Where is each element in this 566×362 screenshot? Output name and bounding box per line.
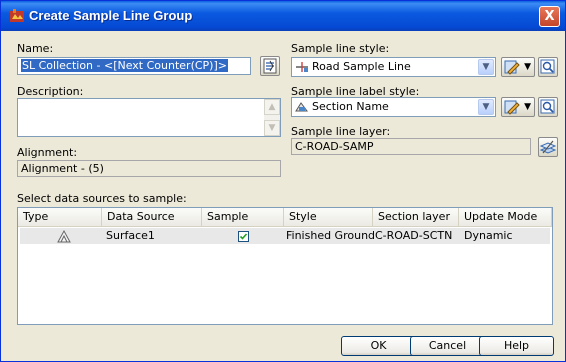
data-sources-label: Select data sources to sample: bbox=[17, 192, 187, 205]
sample-line-style-icon bbox=[296, 62, 308, 72]
column-header-update-mode[interactable]: Update Mode bbox=[459, 208, 552, 226]
sample-line-style-preview-button[interactable] bbox=[538, 57, 558, 77]
sample-line-style-label: Sample line style: bbox=[291, 42, 390, 55]
alignment-label: Alignment: bbox=[17, 146, 78, 159]
ok-button[interactable]: OK bbox=[341, 336, 416, 356]
table-header: Type Data Source Sample Style Section la… bbox=[18, 208, 552, 227]
update-mode-cell: Dynamic bbox=[464, 229, 513, 242]
description-label: Description: bbox=[17, 85, 84, 98]
app-icon bbox=[10, 9, 24, 22]
column-header-style[interactable]: Style bbox=[284, 208, 373, 226]
column-header-data-source[interactable]: Data Source bbox=[102, 208, 202, 226]
table-row[interactable]: Surface1 Finished Ground C-ROAD-SCTN Dyn… bbox=[20, 228, 550, 244]
name-field-value: SL Collection - <[Next Counter(CP)]> bbox=[21, 59, 228, 72]
sample-checkbox[interactable] bbox=[238, 231, 249, 242]
column-header-section-layer[interactable]: Section layer bbox=[373, 208, 459, 226]
close-button[interactable]: X bbox=[539, 6, 560, 27]
sample-line-label-style-preview-button[interactable] bbox=[538, 97, 558, 117]
sample-line-label-style-dropdown[interactable]: Section Name ▼ bbox=[291, 97, 496, 117]
sample-line-layer-field: C-ROAD-SAMP bbox=[291, 138, 531, 155]
sample-line-style-value: Road Sample Line bbox=[312, 60, 411, 73]
cancel-button[interactable]: Cancel bbox=[410, 336, 485, 356]
name-field[interactable]: SL Collection - <[Next Counter(CP)]> bbox=[17, 57, 251, 75]
name-template-button[interactable] bbox=[260, 56, 280, 76]
sample-line-layer-label: Sample line layer: bbox=[291, 125, 391, 138]
window-title: Create Sample Line Group bbox=[29, 8, 193, 23]
description-field[interactable]: ▲ ▼ bbox=[17, 98, 281, 137]
surface-icon bbox=[57, 229, 71, 243]
sample-line-label-style-edit-button[interactable]: ▼ bbox=[501, 97, 535, 117]
style-cell: Finished Ground bbox=[286, 229, 376, 242]
scroll-down-icon[interactable]: ▼ bbox=[264, 120, 280, 136]
name-label: Name: bbox=[17, 42, 54, 55]
column-header-type[interactable]: Type bbox=[18, 208, 102, 226]
sample-line-style-dropdown[interactable]: Road Sample Line ▼ bbox=[291, 57, 496, 77]
label-style-icon bbox=[295, 102, 308, 112]
data-source-cell: Surface1 bbox=[106, 229, 155, 242]
title-bar[interactable]: Create Sample Line Group X bbox=[1, 1, 565, 31]
section-layer-cell: C-ROAD-SCTN bbox=[375, 229, 453, 242]
edit-style-icon bbox=[504, 60, 520, 75]
check-icon bbox=[239, 233, 248, 240]
chevron-down-icon[interactable]: ▼ bbox=[478, 99, 494, 115]
layers-icon bbox=[539, 140, 557, 154]
help-button[interactable]: Help bbox=[479, 336, 554, 356]
name-template-icon bbox=[263, 58, 277, 74]
chevron-down-icon: ▼ bbox=[524, 102, 531, 112]
sample-line-label-style-value: Section Name bbox=[312, 100, 389, 113]
create-sample-line-group-dialog: Create Sample Line Group X Name: SL Coll… bbox=[0, 0, 566, 362]
edit-style-icon bbox=[504, 100, 520, 115]
layer-settings-button[interactable] bbox=[538, 137, 558, 157]
preview-icon bbox=[540, 59, 555, 74]
preview-icon bbox=[540, 99, 555, 114]
chevron-down-icon: ▼ bbox=[524, 62, 531, 72]
scroll-up-icon[interactable]: ▲ bbox=[264, 99, 280, 115]
sample-line-style-edit-button[interactable]: ▼ bbox=[501, 57, 535, 77]
data-sources-table: Type Data Source Sample Style Section la… bbox=[17, 207, 553, 325]
description-scrollbar[interactable]: ▲ ▼ bbox=[264, 99, 280, 136]
alignment-field: Alignment - (5) bbox=[17, 160, 281, 177]
chevron-down-icon[interactable]: ▼ bbox=[478, 59, 494, 75]
column-header-sample[interactable]: Sample bbox=[202, 208, 284, 226]
